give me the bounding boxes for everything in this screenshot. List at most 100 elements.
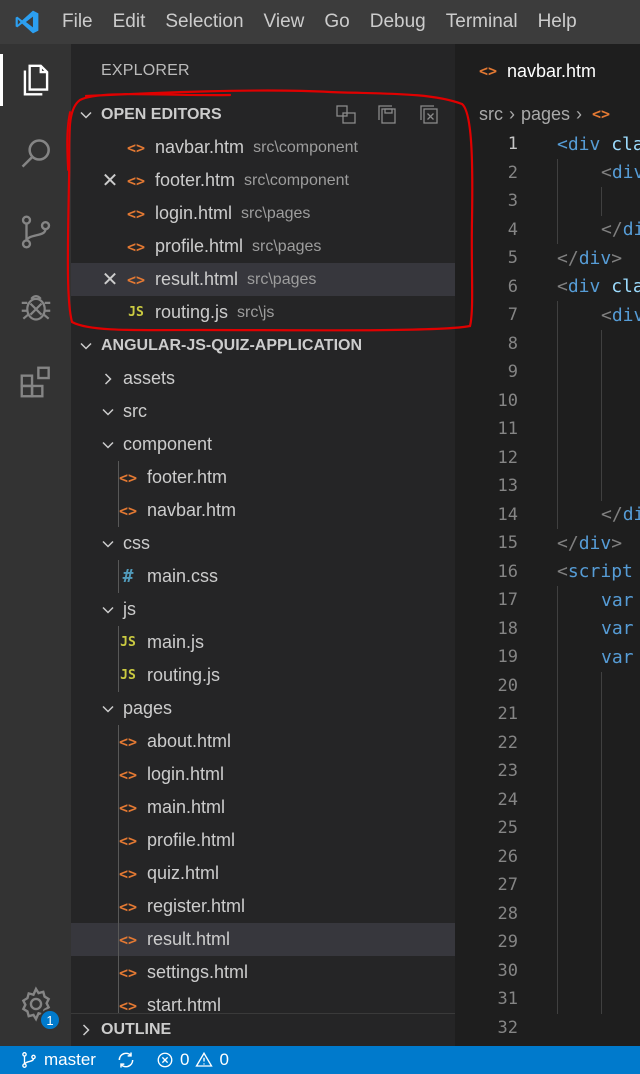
indent-guide — [118, 725, 119, 758]
open-editors-list: <> navbar.htm src\component ✕ <> footer.htm sr… — [71, 131, 455, 329]
source-control-icon[interactable] — [0, 202, 71, 262]
code-line[interactable]: 28 — [455, 899, 640, 928]
line-number: 30 — [497, 960, 518, 981]
breadcrumb-item[interactable]: src — [479, 104, 503, 125]
folder-item[interactable]: src — [71, 395, 455, 428]
explorer-icon[interactable] — [0, 50, 71, 110]
close-icon[interactable]: ✕ — [97, 168, 123, 193]
menu-go[interactable]: Go — [314, 0, 359, 44]
code-line[interactable]: 21 — [455, 700, 640, 729]
file-item[interactable]: <> footer.htm — [71, 461, 455, 494]
code-line[interactable]: 30 — [455, 956, 640, 985]
file-item[interactable]: <> profile.html — [71, 824, 455, 857]
open-editor-item[interactable]: JS routing.js src\js — [71, 296, 455, 329]
code-line[interactable]: 16 <script — [455, 558, 640, 587]
code-line[interactable]: 6 <div cla — [455, 273, 640, 302]
folder-label: pages — [123, 698, 173, 718]
close-icon[interactable]: ✕ — [97, 267, 123, 292]
open-editor-item[interactable]: <> navbar.htm src\component — [71, 131, 455, 164]
code-line[interactable]: 20 — [455, 671, 640, 700]
menu-edit[interactable]: Edit — [103, 0, 156, 44]
code-line[interactable]: 5 </div> — [455, 244, 640, 273]
code-line[interactable]: 14 </di — [455, 500, 640, 529]
menu-file[interactable]: File — [54, 0, 103, 44]
folder-item[interactable]: js — [71, 593, 455, 626]
open-editor-filename: result.html — [155, 269, 239, 289]
menu-help[interactable]: Help — [528, 0, 587, 44]
code-line[interactable]: 29 — [455, 928, 640, 957]
open-editor-item[interactable]: <> login.html src\pages — [71, 197, 455, 230]
new-untitled-file-icon[interactable] — [333, 102, 359, 128]
file-item[interactable]: JS main.js — [71, 626, 455, 659]
chevron-right-icon — [99, 371, 117, 387]
open-editors-header[interactable]: OPEN EDITORS — [71, 98, 455, 131]
problems-status[interactable]: 0 0 — [156, 1050, 229, 1070]
chevron-down-icon — [99, 404, 117, 420]
branch-status[interactable]: master — [20, 1050, 96, 1070]
code-line[interactable]: 24 — [455, 785, 640, 814]
code-line[interactable]: 11 — [455, 415, 640, 444]
settings-gear-icon[interactable]: 1 — [0, 974, 71, 1034]
code-line[interactable]: 18 var — [455, 614, 640, 643]
code-line[interactable]: 17 var — [455, 586, 640, 615]
code-line[interactable]: 12 — [455, 443, 640, 472]
file-item[interactable]: <> main.html — [71, 791, 455, 824]
folder-item[interactable]: pages — [71, 692, 455, 725]
html-file-icon: <> — [478, 62, 498, 80]
close-all-editors-icon[interactable] — [417, 102, 443, 128]
file-item[interactable]: # main.css — [71, 560, 455, 593]
menu-view[interactable]: View — [254, 0, 315, 44]
menu-terminal[interactable]: Terminal — [436, 0, 528, 44]
file-item[interactable]: <> quiz.html — [71, 857, 455, 890]
code-line[interactable]: 27 — [455, 871, 640, 900]
breadcrumb-item[interactable]: pages — [521, 104, 570, 125]
folder-item[interactable]: component — [71, 428, 455, 461]
save-all-icon[interactable] — [375, 102, 401, 128]
file-item[interactable]: <> login.html — [71, 758, 455, 791]
code-line[interactable]: 32 — [455, 1014, 640, 1043]
open-editor-item[interactable]: ✕ <> result.html src\pages — [71, 263, 455, 296]
vscode-logo-icon — [0, 0, 54, 44]
file-item[interactable]: JS routing.js — [71, 659, 455, 692]
code-line[interactable]: 7 <div — [455, 301, 640, 330]
file-item[interactable]: <> register.html — [71, 890, 455, 923]
code-line[interactable]: 8 — [455, 329, 640, 358]
code-editor[interactable]: 1 <div cla 2 <div 3 4 </di 5 </div> 6 <div cla 7 <di… — [455, 130, 640, 1042]
folder-item[interactable]: assets — [71, 362, 455, 395]
outline-header[interactable]: OUTLINE — [71, 1013, 455, 1046]
code-line[interactable]: 4 </di — [455, 215, 640, 244]
debug-icon[interactable] — [0, 276, 71, 336]
code-line[interactable]: 15 </div> — [455, 529, 640, 558]
code-line[interactable]: 25 — [455, 814, 640, 843]
file-item[interactable]: <> navbar.htm — [71, 494, 455, 527]
indent-guide — [557, 586, 558, 615]
code-line[interactable]: 9 — [455, 358, 640, 387]
open-editor-item[interactable]: <> profile.html src\pages — [71, 230, 455, 263]
code-line[interactable]: 10 — [455, 386, 640, 415]
menu-selection[interactable]: Selection — [155, 0, 253, 44]
extensions-icon[interactable] — [0, 352, 71, 412]
code-line[interactable]: 26 — [455, 842, 640, 871]
menu-debug[interactable]: Debug — [360, 0, 436, 44]
code-line[interactable]: 13 — [455, 472, 640, 501]
code-line[interactable]: 23 — [455, 757, 640, 786]
search-icon[interactable] — [0, 124, 71, 184]
folder-item[interactable]: css — [71, 527, 455, 560]
code-line[interactable]: 3 — [455, 187, 640, 216]
file-item[interactable]: <> about.html — [71, 725, 455, 758]
code-line[interactable]: 31 — [455, 985, 640, 1014]
indent-guide — [118, 857, 119, 890]
file-item[interactable]: <> result.html — [71, 923, 455, 956]
code-line[interactable]: 1 <div cla — [455, 130, 640, 159]
open-editor-item[interactable]: ✕ <> footer.htm src\component — [71, 164, 455, 197]
project-folder-header[interactable]: ANGULAR-JS-QUIZ-APPLICATION — [71, 329, 455, 362]
file-item[interactable]: <> settings.html — [71, 956, 455, 989]
editor-tab-active[interactable]: <> navbar.htm — [455, 44, 640, 98]
sync-button[interactable] — [116, 1050, 136, 1070]
code-line[interactable]: 19 var — [455, 643, 640, 672]
indent-guide — [601, 415, 602, 444]
title-bar: File Edit Selection View Go Debug Terminal Help — [0, 0, 640, 44]
code-line[interactable]: 22 — [455, 728, 640, 757]
project-folder-label: ANGULAR-JS-QUIZ-APPLICATION — [101, 336, 363, 354]
code-line[interactable]: 2 <div — [455, 158, 640, 187]
